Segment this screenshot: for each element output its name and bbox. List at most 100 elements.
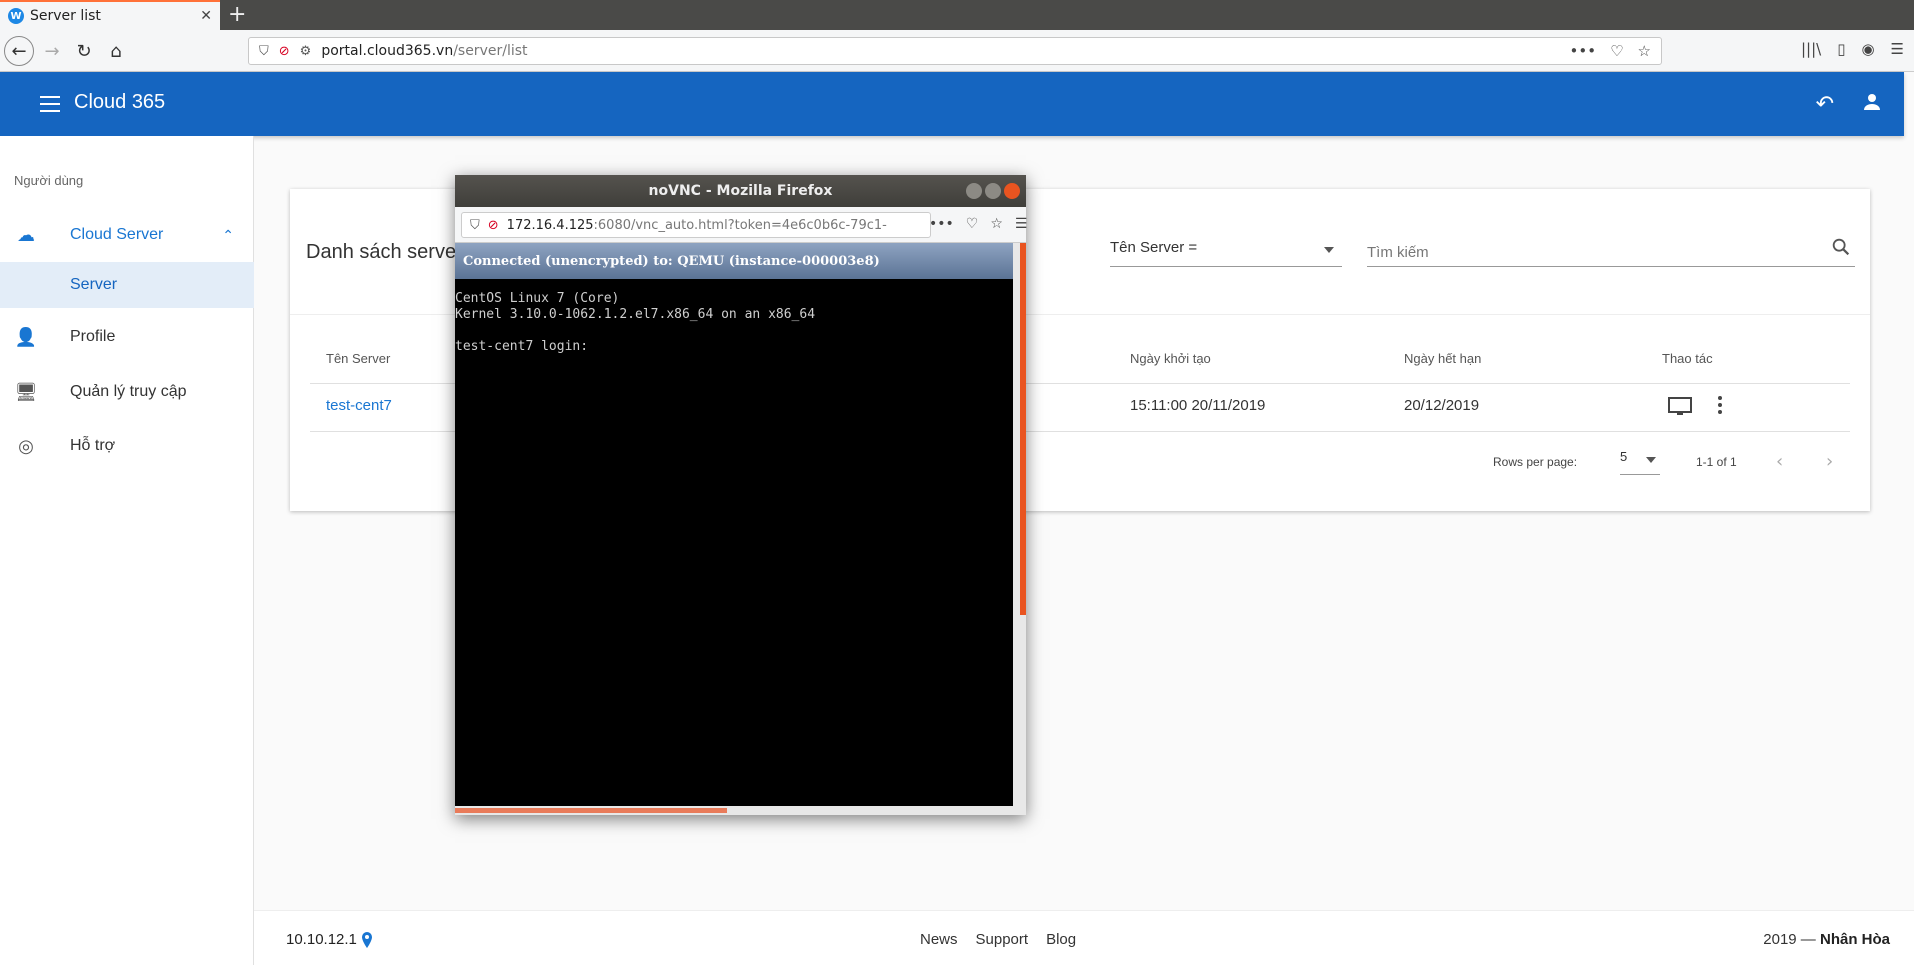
sidebar-section-label: Người dùng — [14, 173, 84, 188]
expires-date: 20/12/2019 — [1404, 397, 1480, 414]
footer-copyright: 2019 — Nhân Hòa — [1763, 931, 1890, 948]
server-name-link[interactable]: test-cent7 — [326, 397, 392, 414]
console-monitor-icon[interactable] — [1668, 397, 1692, 417]
console-line: test-cent7 login: — [455, 339, 589, 354]
card-title: Danh sách serve — [306, 241, 457, 263]
minimize-icon[interactable] — [966, 183, 982, 199]
browser-tab[interactable]: W Server list ✕ — [0, 0, 220, 30]
sidebar-item-support[interactable]: ◎ Hỗ trợ — [0, 423, 254, 469]
new-tab-icon[interactable]: + — [228, 3, 246, 27]
novnc-url-bar[interactable]: ⛉ ⊘ 172.16.4.125:6080/vnc_auto.html?toke… — [461, 212, 931, 238]
monitor-access-icon: 🖥 — [14, 381, 38, 402]
sidebar-item-server[interactable]: Server — [0, 262, 254, 308]
app-header: Cloud 365 ↶ — [0, 72, 1904, 136]
novnc-url-rest: :6080/vnc_auto.html?token=4e6c0b6c-79c1- — [593, 217, 887, 233]
home-icon[interactable]: ⌂ — [102, 37, 130, 65]
created-date: 15:11:00 20/11/2019 — [1130, 397, 1266, 414]
close-tab-icon[interactable]: ✕ — [200, 8, 212, 24]
search-icon[interactable] — [1830, 236, 1852, 258]
sidebar-item-profile[interactable]: 👤 Profile — [0, 314, 254, 360]
prev-page-icon[interactable]: ‹ — [1776, 451, 1783, 472]
insecure-lock-icon: ⊘ — [278, 43, 290, 59]
column-header-name[interactable]: Tên Server — [326, 351, 390, 366]
scrollbar[interactable] — [1020, 243, 1026, 615]
footer-link-news[interactable]: News — [920, 931, 958, 948]
shield-icon: ⛉ — [259, 43, 269, 59]
undo-icon[interactable]: ↶ — [1816, 92, 1834, 117]
person-icon: 👤 — [14, 326, 38, 347]
footer-link-blog[interactable]: Blog — [1046, 931, 1076, 948]
next-page-icon[interactable]: › — [1826, 451, 1833, 472]
pocket-icon[interactable]: ♡ — [966, 216, 979, 232]
forward-icon[interactable]: → — [38, 37, 66, 65]
novnc-url-host: 172.16.4.125 — [506, 217, 594, 233]
permissions-icon: ⚙ — [299, 43, 312, 59]
sidebar-toggle-icon[interactable]: ▯ — [1837, 40, 1845, 58]
bookmark-star-icon[interactable]: ☆ — [990, 216, 1003, 232]
sidebar-item-access-management[interactable]: 🖥 Quản lý truy cập — [0, 369, 254, 415]
column-header-expires[interactable]: Ngày hết hạn — [1404, 351, 1481, 366]
close-window-icon[interactable] — [1004, 183, 1020, 199]
cloud-icon: ☁ — [17, 224, 35, 245]
more-vert-icon[interactable] — [1717, 396, 1723, 416]
favicon-icon: W — [8, 8, 24, 24]
console-line: Kernel 3.10.0-1062.1.2.el7.x86_64 on an … — [455, 307, 816, 322]
location-pin-icon — [362, 932, 372, 948]
sidebar-item-label: Cloud Server — [70, 226, 164, 243]
hamburger-menu-icon[interactable] — [40, 96, 60, 112]
filter-field-select[interactable]: Tên Server = — [1110, 239, 1342, 267]
sidebar-item-label: Hỗ trợ — [70, 437, 116, 454]
page-actions-icon[interactable]: ••• — [929, 216, 954, 232]
novnc-window-title: noVNC - Mozilla Firefox — [648, 183, 833, 199]
bookmark-star-icon[interactable]: ☆ — [1638, 42, 1651, 60]
rows-per-page-value: 5 — [1620, 449, 1628, 464]
page-actions-icon[interactable]: ••• — [1570, 42, 1597, 60]
console-line: CentOS Linux 7 (Core) — [455, 291, 620, 306]
loading-progress-bar — [455, 808, 727, 813]
novnc-titlebar[interactable]: noVNC - Mozilla Firefox — [455, 175, 1026, 207]
sidebar-item-label: Server — [70, 276, 118, 293]
reload-icon[interactable]: ↻ — [70, 37, 98, 65]
tab-title: Server list — [30, 8, 101, 24]
rows-per-page-select[interactable]: 5 — [1620, 449, 1660, 475]
url-bar[interactable]: ⛉ ⊘ ⚙ portal.cloud365.vn/server/list •••… — [248, 37, 1662, 65]
rows-per-page-label: Rows per page: — [1493, 455, 1578, 469]
user-account-icon[interactable] — [1860, 90, 1884, 114]
sidebar: Người dùng ☁ Cloud Server ⌃ Server 👤 Pro… — [0, 136, 254, 965]
browser-tab-bar: W Server list ✕ + — [0, 0, 1914, 30]
back-icon[interactable]: ← — [4, 36, 34, 66]
account-icon[interactable]: ◉ — [1861, 40, 1874, 58]
browser-nav-bar: ← → ↻ ⌂ ⛉ ⊘ ⚙ portal.cloud365.vn/server/… — [0, 30, 1914, 72]
shield-icon: ⛉ — [470, 217, 480, 233]
sidebar-item-label: Profile — [70, 328, 116, 345]
search-input[interactable] — [1367, 239, 1855, 267]
novnc-status-bar: Connected (unencrypted) to: QEMU (instan… — [455, 243, 1013, 279]
insecure-lock-icon: ⊘ — [487, 217, 499, 233]
vnc-console-screen[interactable]: CentOS Linux 7 (Core) Kernel 3.10.0-1062.… — [455, 279, 1013, 806]
sidebar-item-cloud-server[interactable]: ☁ Cloud Server ⌃ — [0, 212, 254, 258]
novnc-nav-bar: ⛉ ⊘ 172.16.4.125:6080/vnc_auto.html?toke… — [455, 207, 1028, 243]
browser-menu-icon[interactable]: ☰ — [1891, 40, 1904, 58]
chevron-up-icon[interactable]: ⌃ — [222, 227, 234, 244]
copyright-brand: Nhân Hòa — [1819, 931, 1890, 948]
maximize-icon[interactable] — [985, 183, 1001, 199]
url-host: portal.cloud365.vn — [321, 43, 454, 59]
column-header-created[interactable]: Ngày khởi tạo — [1130, 351, 1211, 366]
footer-ip: 10.10.12.1 — [286, 931, 357, 948]
lifebuoy-icon: ◎ — [18, 435, 34, 456]
column-header-actions: Thao tác — [1662, 351, 1713, 366]
novnc-window: noVNC - Mozilla Firefox ⛉ ⊘ 172.16.4.125… — [455, 175, 1028, 815]
copyright-year: 2019 — — [1763, 931, 1816, 948]
footer-links: News Support Blog — [920, 931, 1076, 948]
browser-menu-icon[interactable]: ☰ — [1015, 216, 1028, 232]
footer: 10.10.12.1 News Support Blog 2019 — Nhân… — [254, 910, 1914, 965]
sidebar-item-label: Quản lý truy cập — [70, 383, 187, 400]
library-icon[interactable]: |||\ — [1801, 40, 1821, 58]
pocket-icon[interactable]: ♡ — [1610, 42, 1623, 60]
pagination-range: 1-1 of 1 — [1696, 455, 1737, 469]
caret-down-icon — [1324, 247, 1334, 253]
footer-link-support[interactable]: Support — [976, 931, 1029, 948]
url-path: /server/list — [453, 43, 528, 59]
filter-select-value: Tên Server = — [1110, 239, 1198, 256]
